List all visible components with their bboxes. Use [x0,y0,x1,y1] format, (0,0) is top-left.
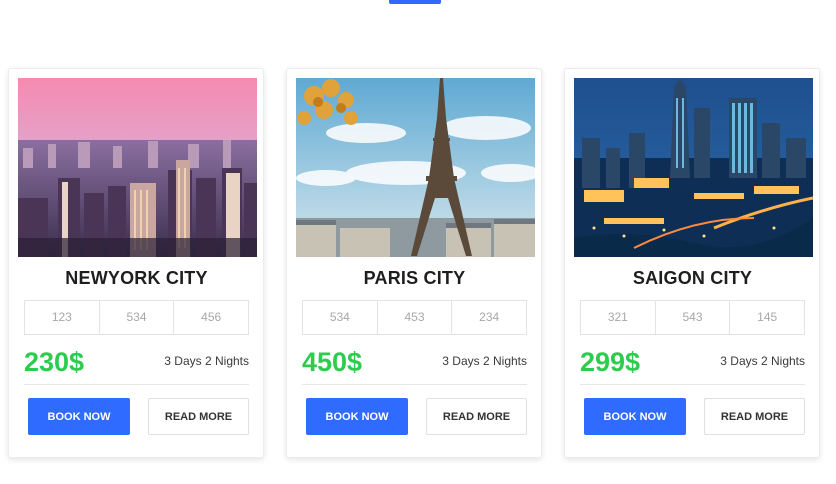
tour-card: PARIS CITY 534 453 234 450$ 3 Days 2 Nig… [286,68,542,458]
stats-row: 123 534 456 [24,300,249,335]
stat-value: 145 [729,301,804,334]
stat-value: 543 [654,301,730,334]
card-actions: BOOK NOW READ MORE [306,398,527,435]
saigon-city-photo[interactable] [574,78,813,257]
price-row: 299$ 3 Days 2 Nights [580,346,805,385]
read-more-button[interactable]: READ MORE [704,398,805,435]
stats-row: 534 453 234 [302,300,527,335]
stat-value: 534 [98,301,174,334]
stat-value: 453 [376,301,452,334]
book-now-button[interactable]: BOOK NOW [306,398,408,435]
price: 230$ [24,347,85,377]
duration: 3 Days 2 Nights [720,354,805,368]
card-actions: BOOK NOW READ MORE [28,398,249,435]
price-row: 230$ 3 Days 2 Nights [24,346,249,385]
stat-value: 534 [329,310,350,324]
book-now-button[interactable]: BOOK NOW [584,398,686,435]
read-more-button[interactable]: READ MORE [148,398,249,435]
price: 299$ [580,347,641,377]
price-row: 450$ 3 Days 2 Nights [302,346,527,385]
stats-row: 321 543 145 [580,300,805,335]
stat-value: 321 [607,310,628,324]
tour-card: SAIGON CITY 321 543 145 299$ 3 Days 2 Ni… [564,68,820,458]
new-york-city-photo[interactable] [18,78,257,257]
duration: 3 Days 2 Nights [442,354,527,368]
section-title-underline [389,0,441,4]
city-name: SAIGON CITY [632,268,753,288]
price: 450$ [302,347,363,377]
book-now-button[interactable]: BOOK NOW [28,398,130,435]
tour-card: NEWYORK CITY 123 534 456 230$ 3 Days 2 N… [8,68,264,458]
city-name: NEWYORK CITY [65,268,208,288]
stat-value: 123 [51,310,72,324]
read-more-button[interactable]: READ MORE [426,398,527,435]
duration: 3 Days 2 Nights [164,354,249,368]
stat-value: 234 [451,301,526,334]
card-actions: BOOK NOW READ MORE [584,398,805,435]
tour-card-list: NEWYORK CITY 123 534 456 230$ 3 Days 2 N… [8,68,820,458]
paris-city-photo[interactable] [296,78,535,257]
stat-value: 456 [173,301,248,334]
city-name: PARIS CITY [363,268,466,288]
